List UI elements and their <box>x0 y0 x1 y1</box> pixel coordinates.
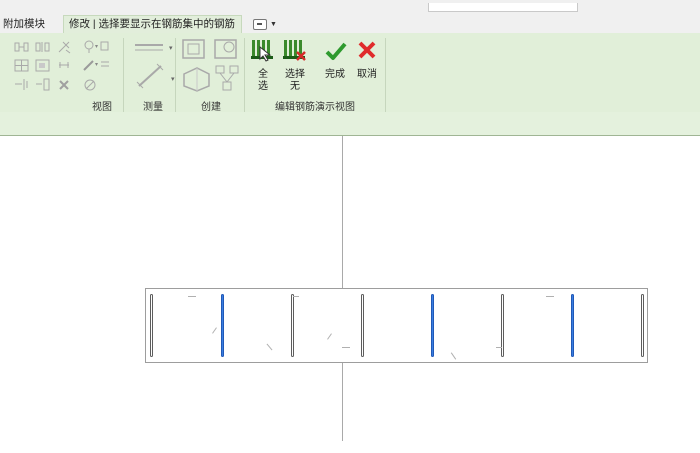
align-icon[interactable] <box>14 41 30 56</box>
rebar-bar[interactable] <box>150 294 153 357</box>
window-switch-icon <box>253 19 267 30</box>
scale-icon[interactable] <box>57 59 71 75</box>
rebar-tick <box>293 296 299 297</box>
cancel-label: 取消 <box>357 69 377 80</box>
panel-divider <box>385 38 386 112</box>
assembly-icon[interactable] <box>214 64 240 95</box>
svg-text:▾: ▾ <box>95 62 98 68</box>
select-all-label-2: 选 <box>258 81 268 92</box>
panel-divider <box>244 38 245 112</box>
panel-label-edit-rebar-view: 编辑钢筋演示视图 <box>275 102 355 113</box>
paint-icon[interactable] <box>83 78 97 95</box>
svg-text:▾: ▾ <box>169 45 173 52</box>
rebar-bar[interactable] <box>291 294 294 357</box>
part-icon[interactable] <box>181 38 207 63</box>
select-all-icon <box>251 40 273 62</box>
finish-check-icon <box>325 42 347 60</box>
rebar-tick <box>342 347 350 348</box>
rebar-bar-selected[interactable] <box>571 294 574 357</box>
grid-icon[interactable] <box>14 59 30 75</box>
rebar-bar-selected[interactable] <box>221 294 224 357</box>
tab-addins[interactable]: 附加模块 <box>3 16 45 33</box>
component-icon[interactable] <box>181 64 211 95</box>
svg-text:▾: ▾ <box>95 44 98 50</box>
delete-icon[interactable] <box>58 79 70 94</box>
rebar-tick <box>327 333 332 340</box>
cancel-x-icon <box>358 41 376 59</box>
select-all-button[interactable]: 全 选 <box>248 37 278 99</box>
finish-button[interactable]: 完成 <box>321 37 349 99</box>
drawing-canvas[interactable] <box>0 136 700 453</box>
group-icon[interactable] <box>213 38 239 63</box>
rebar-bar[interactable] <box>361 294 364 357</box>
ribbon-footer <box>0 112 700 135</box>
rebar-tick <box>212 327 217 334</box>
array-icon[interactable] <box>35 59 51 75</box>
rebar-tick <box>266 343 273 351</box>
select-none-label-2: 无 <box>290 81 300 92</box>
panel-label-measure: 测量 <box>143 102 163 113</box>
pin-icon[interactable] <box>14 78 30 94</box>
cancel-button[interactable]: 取消 <box>353 37 381 99</box>
rebar-tick <box>546 296 554 297</box>
quick-access-search-field[interactable] <box>428 3 578 12</box>
offset-icon[interactable] <box>35 41 51 56</box>
panel-divider <box>123 38 124 112</box>
select-all-label-1: 全 <box>258 69 268 80</box>
rebar-bar[interactable] <box>641 294 644 357</box>
select-none-label-1: 选择 <box>285 69 305 80</box>
rebar-tick <box>496 347 502 348</box>
chevron-down-icon: ▼ <box>270 21 277 28</box>
split-icon[interactable] <box>57 40 71 57</box>
measure-icon[interactable]: ▾ <box>133 40 179 59</box>
rebar-tick <box>188 296 196 297</box>
panel-divider <box>175 38 176 112</box>
tab-modify-select-rebar[interactable]: 修改 | 选择要显示在钢筋集中的钢筋 <box>63 15 242 33</box>
panel-label-create: 创建 <box>201 102 221 113</box>
quick-access-dropdown[interactable]: ▼ <box>253 19 279 30</box>
finish-label: 完成 <box>325 69 345 80</box>
unpin-icon[interactable] <box>35 78 51 94</box>
rebar-tick <box>450 352 457 360</box>
hide-icon[interactable]: ▾ <box>83 40 109 57</box>
panel-label-view: 视图 <box>92 102 112 113</box>
select-none-icon <box>283 40 306 61</box>
ribbon-tab-bar: 附加模块 修改 | 选择要显示在钢筋集中的钢筋 ▼ <box>0 0 700 33</box>
rebar-section-view <box>145 288 648 363</box>
select-none-button[interactable]: 选择 无 <box>279 37 311 99</box>
rebar-bar-selected[interactable] <box>431 294 434 357</box>
override-icon[interactable]: ▾ <box>83 58 109 75</box>
